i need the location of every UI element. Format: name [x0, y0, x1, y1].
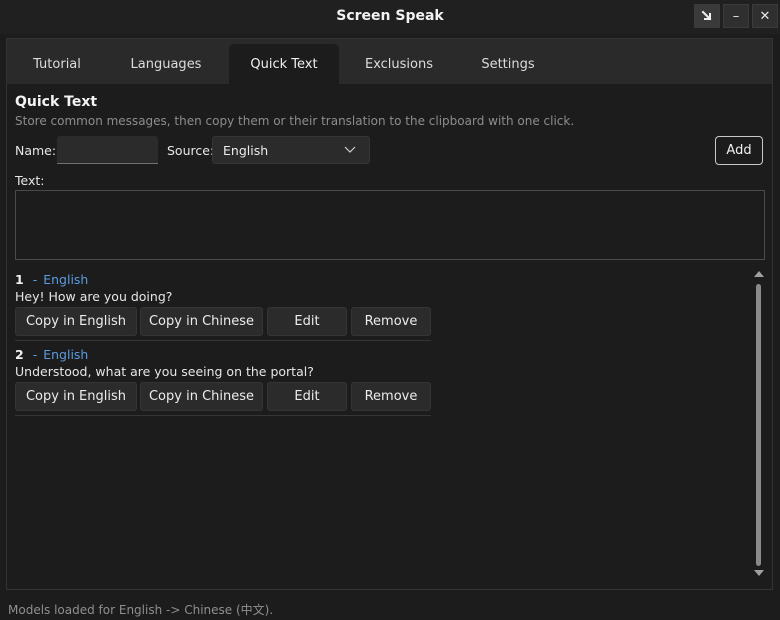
entry-number: 2 — [15, 347, 24, 362]
entry-separator: - — [32, 347, 38, 362]
copy-in-english-button[interactable]: Copy in English — [15, 307, 137, 336]
entry-text: Understood, what are you seeing on the p… — [15, 364, 314, 379]
scrollbar-thumb[interactable] — [756, 284, 761, 566]
tab-bar: Tutorial Languages Quick Text Exclusions… — [7, 39, 772, 84]
copy-in-chinese-button[interactable]: Copy in Chinese — [140, 307, 263, 336]
edit-button[interactable]: Edit — [267, 382, 347, 411]
source-select-value: English — [223, 143, 269, 158]
entry-language: English — [43, 272, 89, 287]
scroll-up-icon[interactable] — [754, 271, 764, 277]
list-item-header: 1- English — [15, 272, 88, 287]
minimize-button[interactable]: – — [723, 4, 749, 28]
divider — [15, 340, 431, 341]
tab-exclusions[interactable]: Exclusions — [353, 44, 445, 84]
entry-language: English — [43, 347, 89, 362]
tab-settings[interactable]: Settings — [466, 44, 550, 84]
close-button[interactable]: ✕ — [752, 4, 778, 28]
text-label: Text: — [15, 173, 45, 188]
entry-text: Hey! How are you doing? — [15, 289, 173, 304]
entry-number: 1 — [15, 272, 24, 287]
source-select[interactable]: English — [212, 136, 370, 164]
copy-in-english-button[interactable]: Copy in English — [15, 382, 137, 411]
divider — [15, 415, 431, 416]
tab-languages[interactable]: Languages — [118, 44, 214, 84]
tab-tutorial[interactable]: Tutorial — [15, 44, 99, 84]
add-button[interactable]: Add — [715, 136, 763, 165]
copy-in-chinese-button[interactable]: Copy in Chinese — [140, 382, 263, 411]
window-title: Screen Speak — [336, 8, 444, 24]
name-label: Name: — [15, 143, 57, 158]
text-input[interactable] — [15, 190, 765, 260]
scroll-down-icon[interactable] — [754, 570, 764, 576]
remove-button[interactable]: Remove — [351, 382, 431, 411]
title-bar: Screen Speak – ✕ — [0, 0, 780, 34]
chevron-down-icon — [344, 146, 356, 153]
status-text: Models loaded for English -> Chinese (中文… — [8, 603, 274, 617]
source-label: Source: — [167, 143, 215, 158]
tab-quick-text[interactable]: Quick Text — [229, 44, 339, 84]
list-item-header: 2- English — [15, 347, 88, 362]
restore-button[interactable] — [694, 4, 720, 28]
entry-separator: - — [32, 272, 38, 287]
page-description: Store common messages, then copy them or… — [15, 114, 575, 128]
arrow-down-right-icon — [701, 10, 712, 21]
edit-button[interactable]: Edit — [267, 307, 347, 336]
name-input[interactable] — [57, 136, 158, 164]
page-title: Quick Text — [15, 94, 98, 110]
remove-button[interactable]: Remove — [351, 307, 431, 336]
